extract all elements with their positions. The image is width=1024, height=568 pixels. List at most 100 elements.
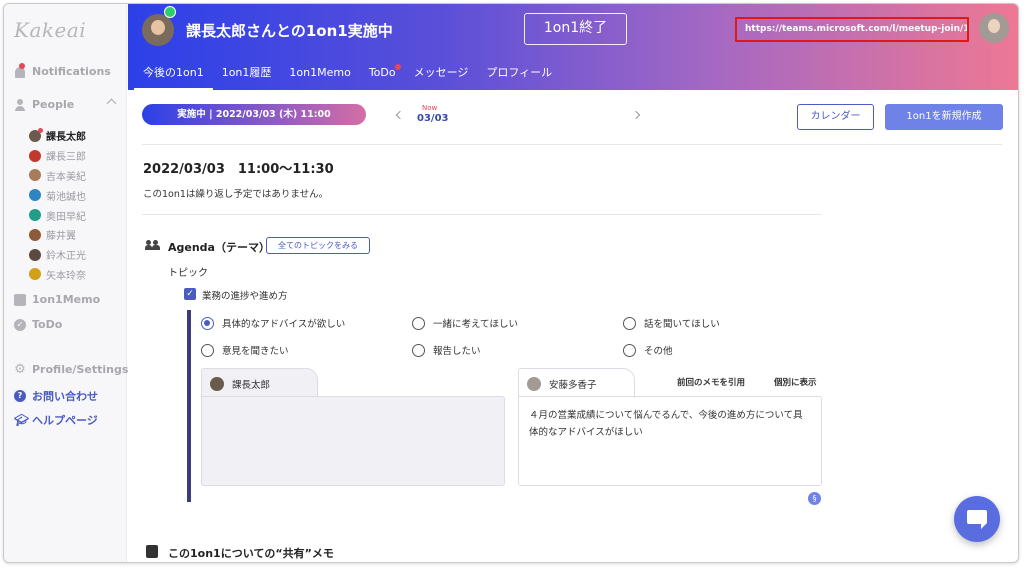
divider [142, 214, 822, 215]
tab-upcoming[interactable]: 今後の1on1 [134, 60, 213, 90]
people-item[interactable]: 藤井翼 [29, 225, 86, 245]
memo-tab-member[interactable]: 安藤多香子 [518, 368, 635, 398]
people-list: 課長太郎 課長三郎 吉本美紀 菊池誠也 奥田早紀 藤井翼 鈴木正光 矢本玲奈 [29, 126, 86, 284]
avatar [29, 169, 41, 182]
people-item[interactable]: 鈴木正光 [29, 245, 86, 265]
bell-icon [14, 62, 26, 78]
radio-icon [623, 316, 636, 330]
option-radio[interactable]: 具体的なアドバイスが欲しい [201, 316, 345, 330]
memo-author-name: 安藤多香子 [549, 379, 597, 391]
chat-button[interactable] [954, 496, 1000, 542]
check-circle-icon: ✓ [14, 318, 26, 331]
option-label: その他 [644, 346, 673, 357]
avatar [527, 376, 541, 391]
agenda-title: Agenda（テーマ） [168, 241, 270, 254]
option-radio[interactable]: その他 [623, 343, 673, 357]
app-window: Kakeai Notifications People 課長太郎 課長三郎 吉本… [3, 3, 1019, 563]
option-label: 一緒に考えてほしい [433, 319, 519, 330]
partner-avatar [142, 14, 174, 46]
online-status-dot [164, 6, 176, 18]
option-radio[interactable]: 話を聞いてほしい [623, 316, 720, 330]
people-item-name: 矢本玲奈 [46, 270, 86, 282]
people-item[interactable]: 菊池誠也 [29, 185, 86, 205]
sidebar-todo-label: ToDo [32, 318, 63, 331]
people-item[interactable]: 課長太郎 [29, 126, 86, 146]
tab-memo[interactable]: 1on1Memo [280, 60, 359, 90]
memo-textarea-member[interactable]: ４月の営業成績について悩んでるんで、今後の進め方について具体的なアドバイスがほし… [518, 396, 822, 486]
note-icon [146, 545, 158, 558]
tab-todo[interactable]: ToDo [360, 60, 405, 90]
person-icon [14, 98, 26, 111]
sidebar-notifications[interactable]: Notifications [14, 62, 111, 78]
status-badge: 実施中 | 2022/03/03 (木) 11:00 [142, 104, 366, 125]
chevron-up-icon[interactable] [106, 98, 117, 109]
chevron-left-icon[interactable] [395, 110, 405, 120]
option-radio[interactable]: 一緒に考えてほしい [412, 316, 518, 330]
memo-textarea-manager[interactable] [201, 396, 505, 486]
show-separately-button[interactable]: 個別に表示 [774, 376, 817, 388]
topic-indent-bar [187, 310, 191, 502]
option-radio[interactable]: 意見を聞きたい [201, 343, 289, 357]
people-item-name: 菊池誠也 [46, 191, 86, 203]
topic-checkbox-label: 業務の進捗や進め方 [202, 291, 288, 302]
sidebar-settings-label: Profile/Settings [32, 363, 129, 376]
tab-bar: 今後の1on1 1on1履歴 1on1Memo ToDo メッセージ プロフィー… [134, 60, 561, 90]
tab-messages[interactable]: メッセージ [405, 60, 478, 90]
radio-icon [412, 316, 425, 330]
sidebar-settings[interactable]: ⚙ Profile/Settings [14, 361, 129, 377]
avatar [29, 127, 43, 142]
topic-label: トピック [168, 268, 208, 279]
sidebar: Kakeai Notifications People 課長太郎 課長三郎 吉本… [4, 4, 129, 562]
option-label: 報告したい [433, 346, 481, 357]
people-item[interactable]: 奥田早紀 [29, 205, 86, 225]
divider [142, 144, 1002, 145]
avatar [29, 189, 41, 202]
sidebar-notifications-label: Notifications [32, 65, 111, 78]
tab-todo-label: ToDo [368, 66, 396, 79]
sidebar-todo[interactable]: ✓ ToDo [14, 318, 62, 331]
people-item[interactable]: 吉本美紀 [29, 166, 86, 186]
app-logo[interactable]: Kakeai [14, 18, 86, 42]
memo-tab-manager[interactable]: 課長太郎 [201, 368, 318, 398]
option-radio[interactable]: 報告したい [412, 343, 481, 357]
group-icon [145, 240, 161, 250]
sidebar-people[interactable]: People [14, 98, 74, 111]
people-item[interactable]: 課長三郎 [29, 146, 86, 166]
quote-prev-memo-button[interactable]: 前回のメモを引用 [677, 376, 745, 388]
tab-profile[interactable]: プロフィール [477, 60, 561, 90]
end-1on1-button[interactable]: 1on1終了 [524, 13, 627, 45]
page-title: 課長太郎さんとの1on1実施中 [186, 22, 393, 40]
calendar-button[interactable]: カレンダー [797, 104, 874, 130]
avatar [29, 268, 41, 281]
meeting-url-link[interactable]: https://teams.microsoft.com/l/meetup-joi… [735, 17, 969, 42]
notification-dot [394, 64, 401, 70]
header: 課長太郎さんとの1on1実施中 1on1終了 https://teams.mic… [128, 4, 1018, 90]
avatar [29, 209, 41, 222]
user-avatar[interactable] [979, 13, 1009, 43]
now-label: Now [422, 104, 438, 112]
gear-icon: ⚙ [14, 361, 26, 377]
people-item-name: 課長三郎 [46, 152, 86, 164]
sidebar-memo[interactable]: 1on1Memo [14, 293, 100, 306]
sidebar-memo-label: 1on1Memo [32, 293, 101, 306]
all-topics-button[interactable]: 全てのトピックをみる [266, 237, 370, 254]
meeting-time: 2022/03/03 11:00〜11:30 [143, 162, 334, 177]
graduation-cap-icon: 🎓︎ [14, 413, 30, 427]
chevron-right-icon[interactable] [631, 110, 641, 120]
new-1on1-button[interactable]: 1on1を新規作成 [885, 104, 1003, 130]
radio-icon [412, 343, 425, 357]
current-date: 03/03 [417, 113, 449, 124]
avatar [210, 376, 224, 391]
tab-history[interactable]: 1on1履歴 [213, 60, 281, 90]
option-label: 意見を聞きたい [222, 346, 289, 357]
topic-checkbox[interactable]: ✓ [184, 288, 196, 300]
sidebar-help-label: ヘルプページ [32, 414, 98, 427]
memo-icon [14, 293, 26, 306]
attachment-icon[interactable]: § [808, 492, 821, 505]
people-item-name: 奥田早紀 [46, 211, 86, 223]
sidebar-contact[interactable]: ? お問い合わせ [14, 388, 98, 404]
people-item[interactable]: 矢本玲奈 [29, 265, 86, 285]
sidebar-help[interactable]: 🎓︎ ヘルプページ [14, 412, 98, 428]
option-label: 具体的なアドバイスが欲しい [222, 319, 346, 330]
shared-memo-title: この1on1についての“共有”メモ [168, 547, 334, 560]
